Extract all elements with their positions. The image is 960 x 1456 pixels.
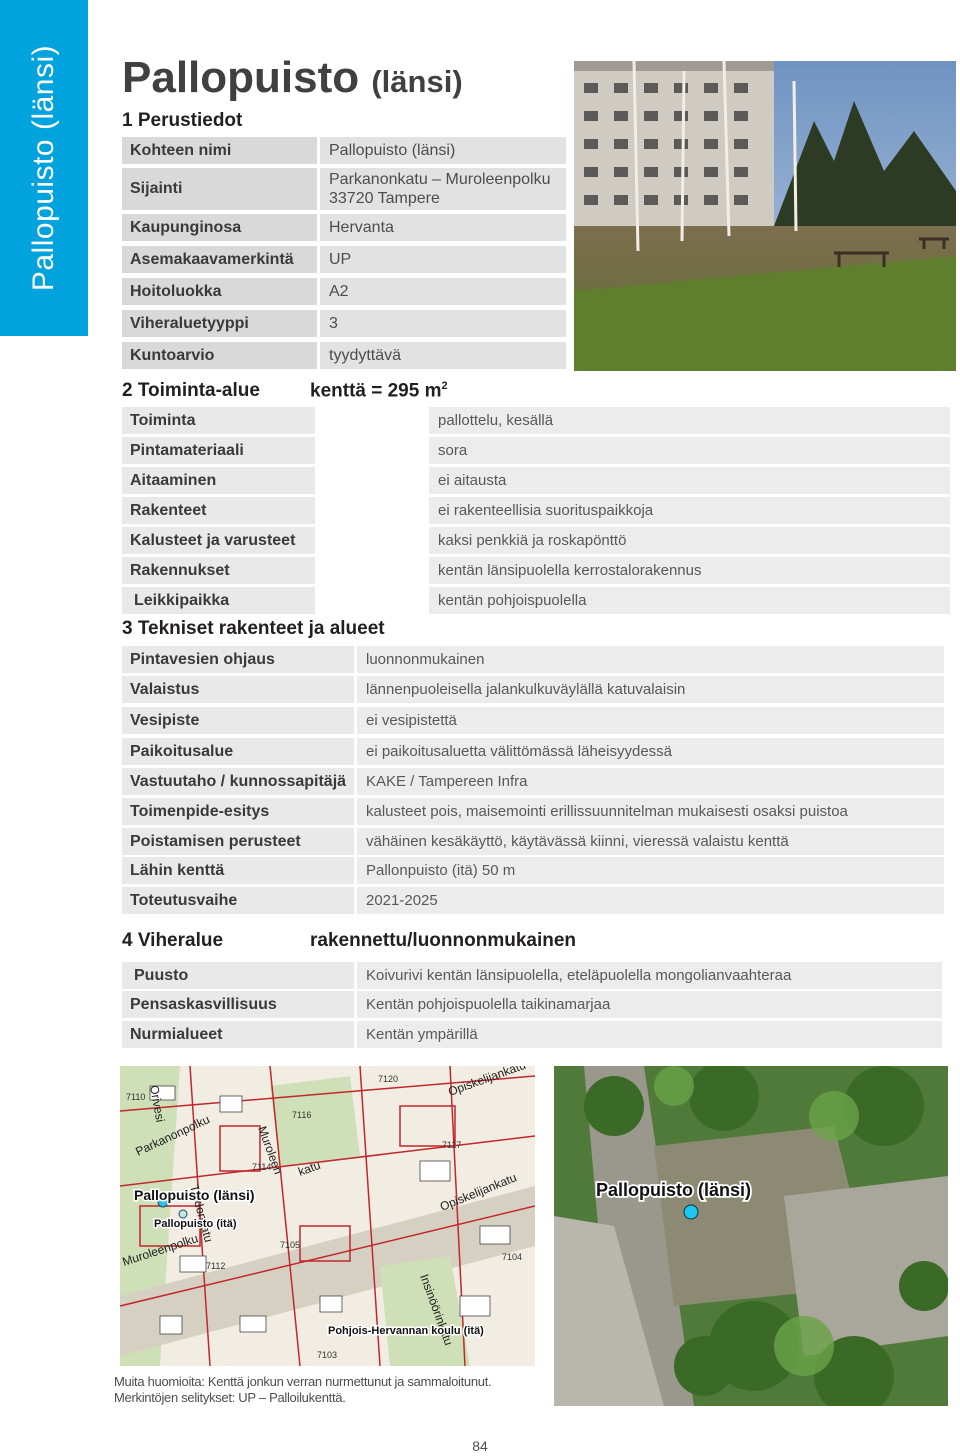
row-value: KAKE / Tampereen Infra — [357, 768, 944, 795]
plot-number: 7117 — [442, 1140, 461, 1150]
map-label-west: Pallopuisto (länsi) — [134, 1187, 255, 1203]
address-line-2: 33720 Tampere — [329, 190, 440, 207]
row-value: 3 — [320, 310, 566, 337]
row-value: Parkanonkatu – Muroleenpolku 33720 Tampe… — [320, 168, 566, 210]
page-title-main: Pallopuisto — [122, 53, 360, 102]
row-value: pallottelu, kesällä — [429, 407, 950, 434]
zoning-map-image: 7120 7116 7114 7117 7110 7112 7104 7103 … — [120, 1066, 535, 1366]
row-label: Puusto — [122, 962, 354, 989]
row-label: Asemakaavamerkintä — [122, 246, 317, 273]
row-label: Nurmialueet — [122, 1021, 354, 1048]
green-area-type: rakennettu/luonnonmukainen — [310, 930, 577, 951]
side-tab: Pallopuisto (länsi) — [0, 0, 88, 336]
row-value: ei paikoitusaluetta välittömässä läheisy… — [357, 738, 944, 765]
aerial-label: Pallopuisto (länsi) — [596, 1180, 751, 1200]
row-value: Kentän ympärillä — [357, 1021, 942, 1048]
aerial-marker — [683, 1204, 699, 1220]
plot-number: 7104 — [502, 1252, 522, 1262]
row-label: Rakennukset — [122, 557, 315, 584]
row-value: ei rakenteellisia suorituspaikkoja — [429, 497, 950, 524]
address-line-1: Parkanonkatu – Muroleenpolku — [329, 171, 551, 188]
side-tab-text: Pallopuisto (länsi) — [27, 44, 60, 292]
row-value: Hervanta — [320, 214, 566, 241]
row-label: Poistamisen perusteet — [122, 828, 354, 855]
map-label-east: Pallopuisto (itä) — [154, 1218, 237, 1230]
row-value: Koivurivi kentän länsipuolella, eteläpuo… — [357, 962, 942, 989]
row-value: lännenpuoleisella jalankulkuväylällä kat… — [357, 676, 944, 703]
page-title: Pallopuisto (länsi) — [122, 52, 463, 108]
row-value: kentän pohjoispuolella — [429, 587, 950, 614]
note-line: Merkintöjen selitykset: UP – Palloiluken… — [114, 1390, 346, 1405]
row-value: kaksi penkkiä ja roskapönttö — [429, 527, 950, 554]
row-label: Pintamateriaali — [122, 437, 315, 464]
section-heading-technical: 3 Tekniset rakenteet ja alueet — [122, 618, 385, 639]
field-area-value: kenttä = 295 m — [310, 380, 442, 402]
row-value: 2021-2025 — [357, 887, 944, 914]
row-label: Toimenpide-esitys — [122, 798, 354, 825]
aerial-photo: Pallopuisto (länsi) — [554, 1066, 948, 1406]
row-label: Kohteen nimi — [122, 137, 317, 164]
row-value: tyydyttävä — [320, 342, 566, 369]
row-value: Kentän pohjoispuolella taikinamarjaa — [357, 991, 942, 1018]
row-value: luonnonmukainen — [357, 646, 944, 673]
plot-number: 7110 — [126, 1092, 145, 1102]
row-label: Toteutusvaihe — [122, 887, 354, 914]
map-marker-east — [178, 1209, 188, 1219]
row-label: Kalusteet ja varusteet — [122, 527, 315, 554]
row-label: Pintavesien ohjaus — [122, 646, 354, 673]
page-title-sub: (länsi) — [371, 64, 463, 99]
row-label: Lähin kenttä — [122, 857, 354, 884]
row-label: Toiminta — [122, 407, 315, 434]
row-label: Vastuutaho / kunnossapitäjä — [122, 768, 354, 795]
plot-number: 7103 — [317, 1350, 337, 1360]
row-value: kentän länsipuolella kerrostalorakennus — [429, 557, 950, 584]
plot-number: 7120 — [378, 1074, 398, 1084]
plot-number: 7112 — [206, 1261, 225, 1271]
zoning-map: 7120 7116 7114 7117 7110 7112 7104 7103 … — [120, 1066, 535, 1366]
row-label: Kaupunginosa — [122, 214, 317, 241]
row-label: Vesipiste — [122, 707, 354, 734]
row-value: ei aitausta — [429, 467, 950, 494]
row-value: sora — [429, 437, 950, 464]
row-value: Pallonpuisto (itä) 50 m — [357, 857, 944, 884]
row-label: Paikoitusalue — [122, 738, 354, 765]
row-value: kalusteet pois, maisemointi erillissuunn… — [357, 798, 944, 825]
site-photo — [574, 61, 956, 371]
row-value: ei vesipistettä — [357, 707, 944, 734]
note-line: Muita huomioita: Kenttä jonkun verran nu… — [114, 1374, 492, 1389]
aerial-photo-image: Pallopuisto (länsi) — [554, 1066, 948, 1406]
field-area: kenttä = 295 m2 — [310, 380, 448, 402]
map-label-school: Pohjois-Hervannan koulu (itä) — [328, 1325, 484, 1337]
row-value: vähäinen kesäkäyttö, käytävässä kiinni, … — [357, 828, 944, 855]
section-heading-basic: 1 Perustiedot — [122, 110, 243, 131]
field-area-sup: 2 — [441, 380, 448, 392]
row-label: Sijainti — [122, 168, 317, 210]
row-label: Viheraluetyyppi — [122, 310, 317, 337]
row-label: Pensaskasvillisuus — [122, 991, 354, 1018]
site-photo-image — [574, 61, 956, 371]
notes: Muita huomioita: Kenttä jonkun verran nu… — [114, 1374, 492, 1406]
row-value: UP — [320, 246, 566, 273]
row-value: Pallopuisto (länsi) — [320, 137, 566, 164]
page-number: 84 — [472, 1438, 488, 1454]
row-label: Leikkipaikka — [122, 587, 315, 614]
section-heading-activity: 2 Toiminta-alue — [122, 380, 260, 401]
plot-number: 7116 — [292, 1110, 311, 1120]
plot-number: 7105 — [280, 1240, 300, 1250]
row-value: A2 — [320, 278, 566, 305]
row-label: Valaistus — [122, 676, 354, 703]
row-label: Kuntoarvio — [122, 342, 317, 369]
section-heading-green: 4 Viheralue — [122, 930, 224, 951]
row-label: Hoitoluokka — [122, 278, 317, 305]
row-label: Aitaaminen — [122, 467, 315, 494]
row-label: Rakenteet — [122, 497, 315, 524]
